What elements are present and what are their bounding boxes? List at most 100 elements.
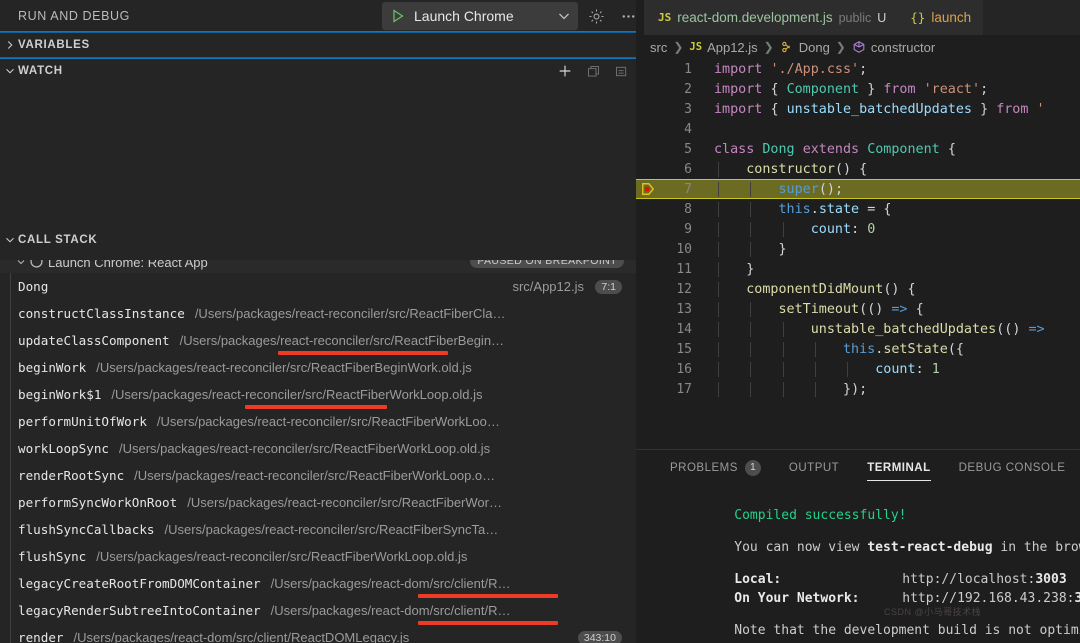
panel-tab-output[interactable]: OUTPUT <box>775 450 853 485</box>
clear-all-icon[interactable] <box>612 62 630 80</box>
panel-tab-terminal[interactable]: TERMINAL <box>853 450 944 485</box>
glyph-margin[interactable] <box>636 359 666 379</box>
line-number: 12 <box>666 282 694 297</box>
editor-tab-launch-json[interactable]: {} launch <box>898 0 983 35</box>
annotation-underline <box>278 351 448 355</box>
code-line[interactable]: 2import { Component } from 'react'; <box>636 79 1080 99</box>
code-line[interactable]: 6 constructor() { <box>636 159 1080 179</box>
call-stack-row[interactable]: render/Users/packages/react-dom/src/clie… <box>0 624 636 643</box>
chevron-right-icon[interactable] <box>2 37 18 53</box>
call-stack-row[interactable]: beginWork$1/Users/packages/react-reconci… <box>0 381 636 408</box>
call-stack-header[interactable]: CALL STACK <box>0 229 636 251</box>
panel-tab-problems[interactable]: PROBLEMS1 <box>656 450 775 485</box>
glyph-margin[interactable] <box>636 259 666 279</box>
glyph-margin[interactable] <box>636 379 666 399</box>
call-stack-row[interactable]: constructClassInstance/Users/packages/re… <box>0 300 636 327</box>
call-stack-row[interactable]: beginWork/Users/packages/react-reconcile… <box>0 354 636 381</box>
sidebar-title: RUN AND DEBUG <box>18 9 130 23</box>
tree-indent-guide <box>10 381 11 408</box>
breadcrumb-item-class[interactable]: Dong <box>799 40 830 55</box>
ellipsis-icon[interactable] <box>614 2 636 30</box>
collapse-all-icon[interactable] <box>584 62 602 80</box>
line-number: 15 <box>666 342 694 357</box>
launch-config-dropdown[interactable]: Launch Chrome <box>382 2 578 30</box>
call-stack-row[interactable]: renderRootSync/Users/packages/react-reco… <box>0 462 636 489</box>
glyph-margin[interactable] <box>636 119 666 139</box>
breadcrumb-item-method[interactable]: constructor <box>871 40 935 55</box>
call-stack-row[interactable]: flushSync/Users/packages/react-reconcile… <box>0 543 636 570</box>
glyph-margin[interactable] <box>636 199 666 219</box>
stack-frame-path: /Users/packages/react-reconciler/src/Rea… <box>157 414 500 429</box>
watch-section[interactable]: WATCH <box>0 58 636 229</box>
code-line[interactable]: 1import './App.css'; <box>636 59 1080 79</box>
variables-header[interactable]: VARIABLES <box>0 33 636 57</box>
gear-icon[interactable] <box>582 2 610 30</box>
glyph-margin[interactable] <box>636 79 666 99</box>
code-line[interactable]: 8 this.state = { <box>636 199 1080 219</box>
code-line[interactable]: 9 count: 0 <box>636 219 1080 239</box>
code-line[interactable]: 5class Dong extends Component { <box>636 139 1080 159</box>
chevron-down-icon[interactable] <box>556 8 572 24</box>
call-stack-row[interactable]: flushSyncCallbacks/Users/packages/react-… <box>0 516 636 543</box>
glyph-margin[interactable] <box>636 339 666 359</box>
variables-section[interactable]: VARIABLES <box>0 32 636 58</box>
code-line[interactable]: 15 this.setState({ <box>636 339 1080 359</box>
glyph-margin[interactable] <box>636 159 666 179</box>
code-line[interactable]: 16 count: 1 <box>636 359 1080 379</box>
call-stack-row[interactable]: performSyncWorkOnRoot/Users/packages/rea… <box>0 489 636 516</box>
call-stack-row[interactable]: legacyRenderSubtreeIntoContainer/Users/p… <box>0 597 636 624</box>
glyph-margin[interactable] <box>636 219 666 239</box>
indent-guide <box>783 362 784 377</box>
tree-indent-guide <box>10 597 11 624</box>
code-line[interactable]: 10 } <box>636 239 1080 259</box>
editor-region: JS react-dom.development.js public U {} … <box>636 0 1080 643</box>
code-line[interactable]: 17 }); <box>636 379 1080 399</box>
call-stack-row[interactable]: updateClassComponent/Users/packages/reac… <box>0 327 636 354</box>
code-line[interactable]: 12 componentDidMount() { <box>636 279 1080 299</box>
add-expression-icon[interactable] <box>556 62 574 80</box>
code-line[interactable]: 11 } <box>636 259 1080 279</box>
code-text: constructor() { <box>694 162 1080 177</box>
glyph-margin[interactable] <box>636 299 666 319</box>
breakpoint-arrow-icon[interactable] <box>641 182 655 196</box>
breadcrumb-item-src[interactable]: src <box>650 40 667 55</box>
call-stack-row[interactable]: performUnitOfWork/Users/packages/react-r… <box>0 408 636 435</box>
glyph-margin[interactable] <box>636 319 666 339</box>
chevron-down-small-icon[interactable] <box>2 232 18 248</box>
stack-frame-path: /Users/packages/react-reconciler/src/Rea… <box>134 468 495 483</box>
watch-body <box>0 84 636 229</box>
code-line[interactable]: 4 <box>636 119 1080 139</box>
glyph-margin[interactable] <box>636 59 666 79</box>
call-stack-row[interactable]: workLoopSync/Users/packages/react-reconc… <box>0 435 636 462</box>
code-line[interactable]: 3import { unstable_batchedUpdates } from… <box>636 99 1080 119</box>
glyph-margin[interactable] <box>636 139 666 159</box>
terminal-output[interactable]: Compiled successfully! You can now view … <box>636 485 1080 643</box>
glyph-margin[interactable] <box>636 179 666 199</box>
panel-tab-debug-console[interactable]: DEBUG CONSOLE <box>945 450 1080 485</box>
panel-tab-label: DEBUG CONSOLE <box>959 462 1066 474</box>
sidebar-header: RUN AND DEBUG Launch Chrome <box>0 0 636 32</box>
stack-frame-name: legacyCreateRootFromDOMContainer <box>18 576 261 591</box>
indent-guide <box>718 282 719 297</box>
line-number: 10 <box>666 242 694 257</box>
call-stack-row[interactable]: Dongsrc/App12.js7:1 <box>0 273 636 300</box>
chevron-down-small-icon[interactable] <box>2 63 18 79</box>
indent-guide <box>815 382 816 397</box>
stack-frame-path: /Users/packages/react-reconciler/src/Rea… <box>111 387 482 402</box>
code-line[interactable]: 7 super(); <box>636 179 1080 199</box>
glyph-margin[interactable] <box>636 99 666 119</box>
code-line[interactable]: 14 unstable_batchedUpdates(() => <box>636 319 1080 339</box>
line-number: 7 <box>666 182 694 197</box>
code-line[interactable]: 13 setTimeout(() => { <box>636 299 1080 319</box>
code-editor[interactable]: 1import './App.css';2import { Component … <box>636 59 1080 449</box>
code-text: import './App.css'; <box>694 62 1080 77</box>
play-icon[interactable] <box>390 8 406 24</box>
breadcrumb-item-file[interactable]: App12.js <box>707 40 758 55</box>
glyph-margin[interactable] <box>636 239 666 259</box>
tree-indent-guide <box>10 570 11 597</box>
glyph-margin[interactable] <box>636 279 666 299</box>
watch-header[interactable]: WATCH <box>0 58 636 84</box>
editor-tab-react-dom-development[interactable]: JS react-dom.development.js public U <box>644 0 898 35</box>
launch-config-label: Launch Chrome <box>414 8 556 24</box>
call-stack-row[interactable]: legacyCreateRootFromDOMContainer/Users/p… <box>0 570 636 597</box>
